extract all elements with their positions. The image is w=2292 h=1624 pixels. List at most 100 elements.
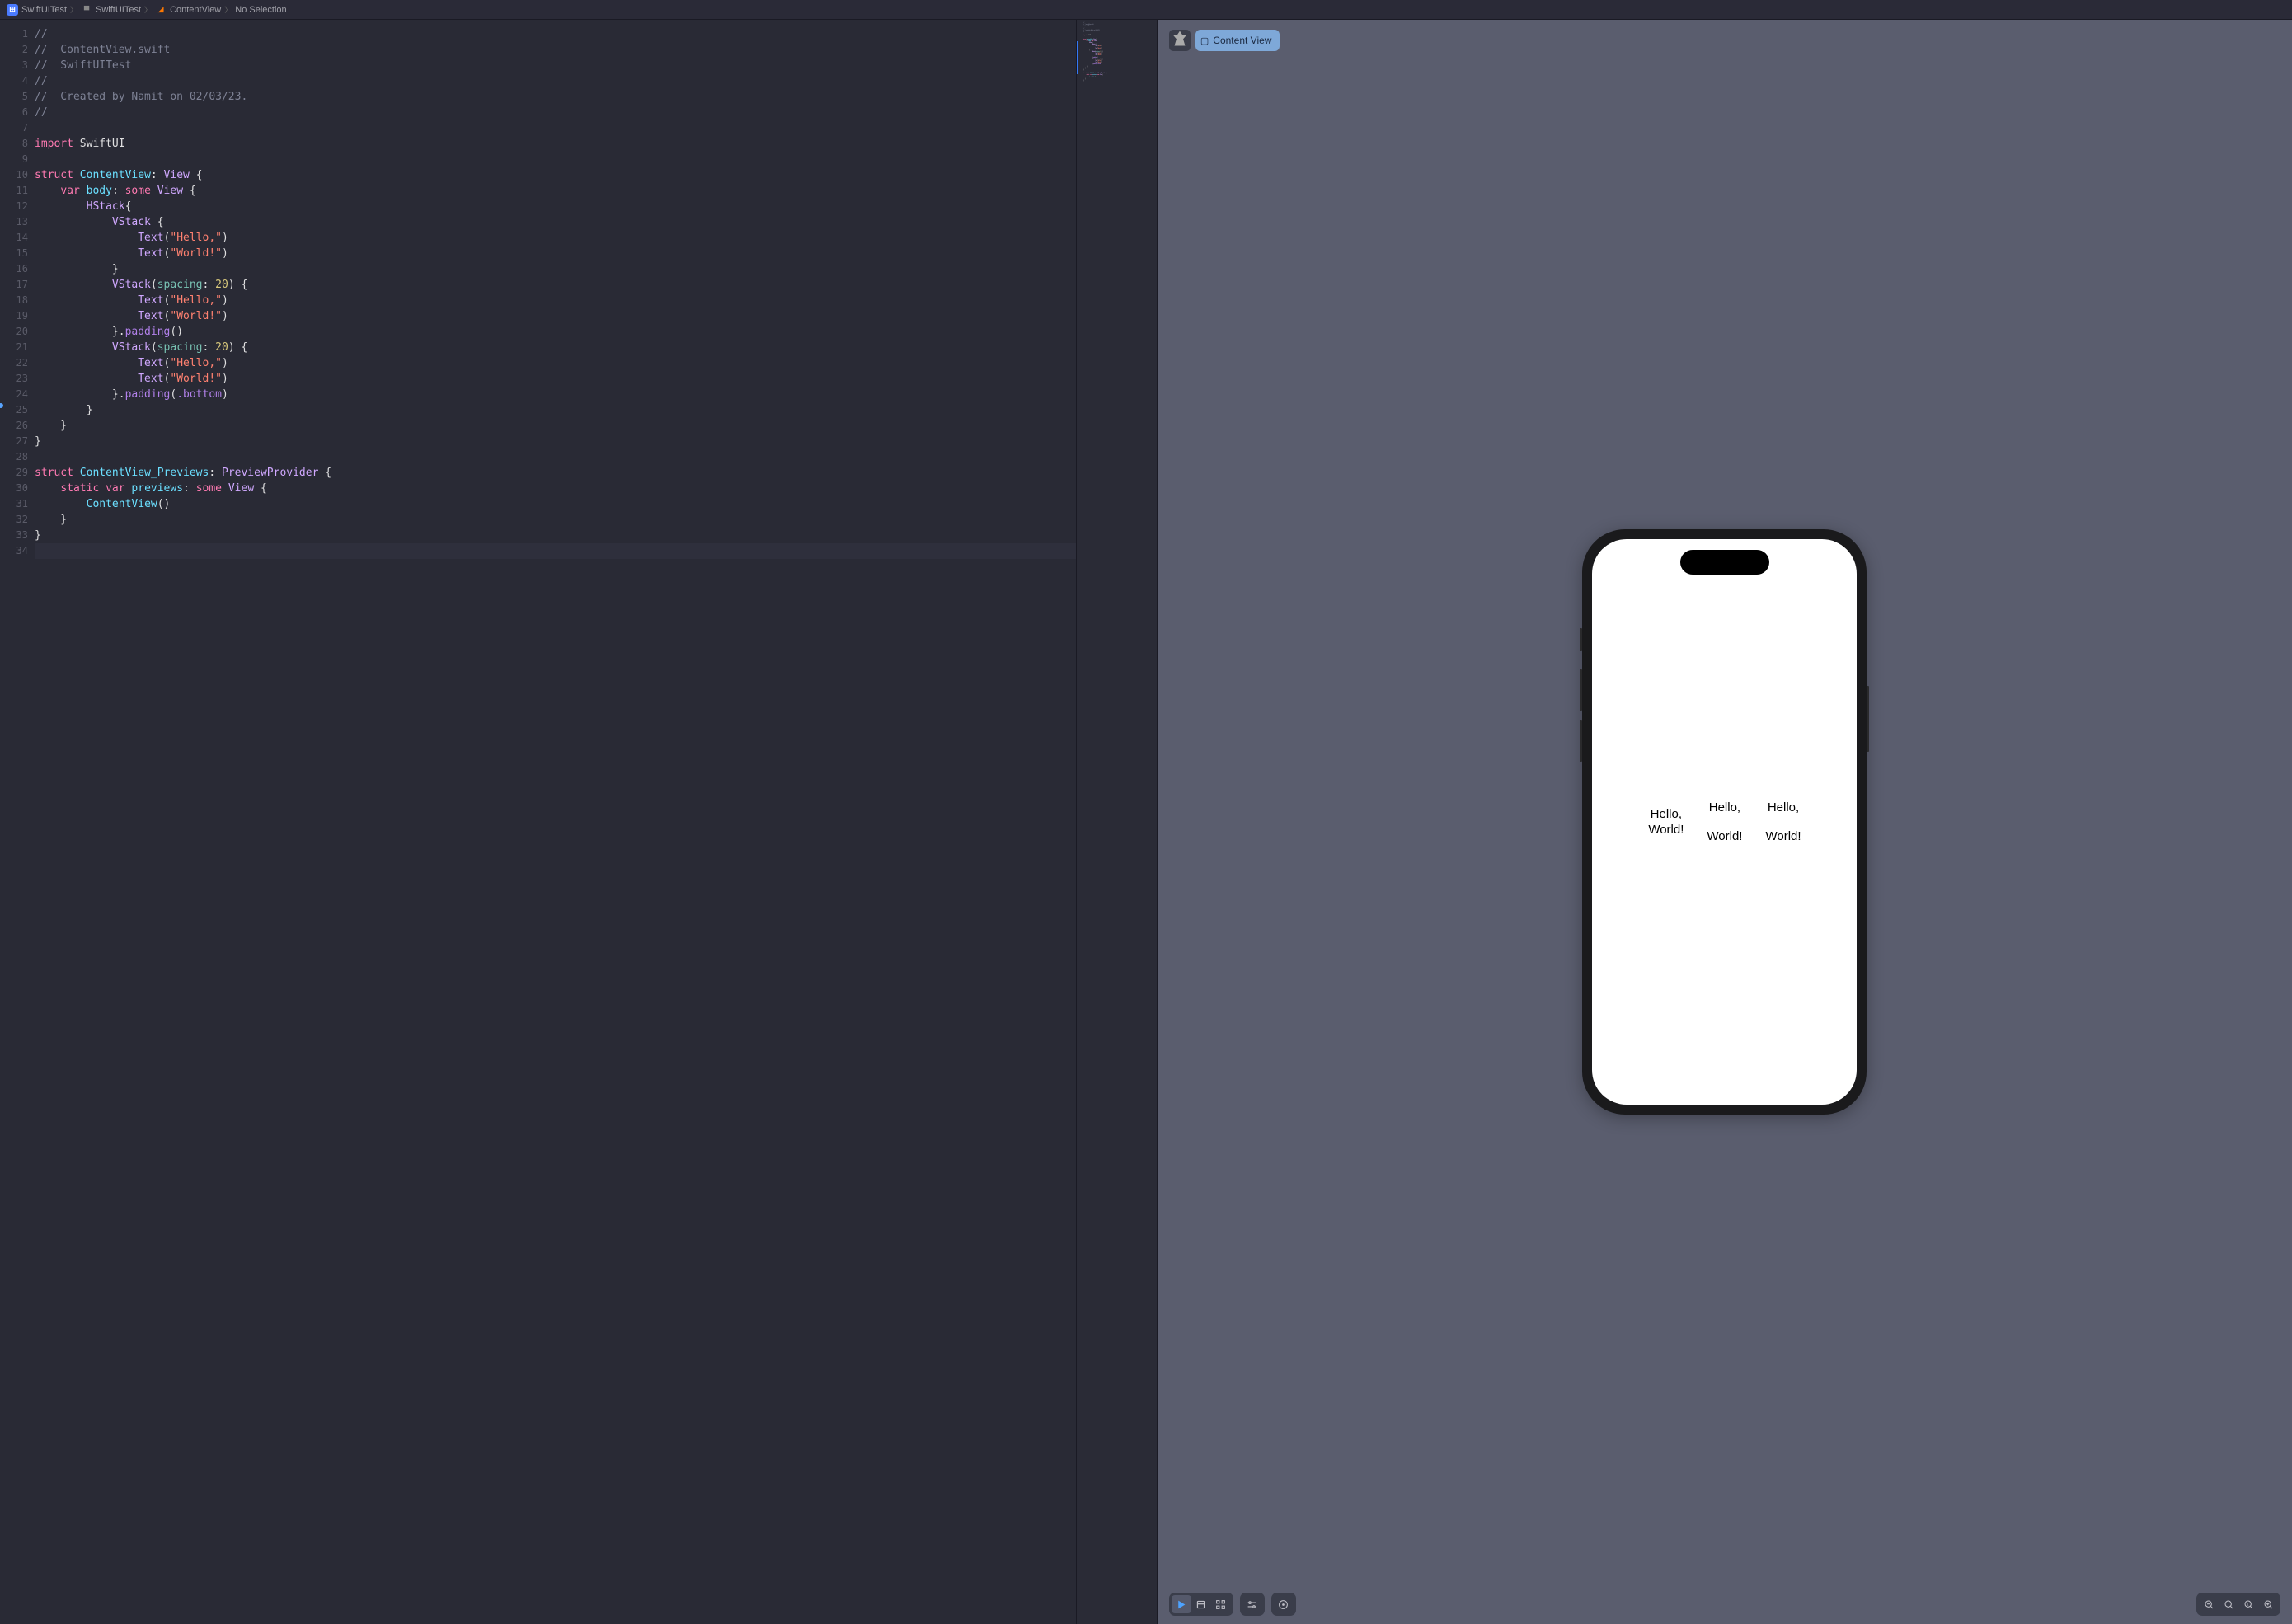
line-number[interactable]: 34	[0, 543, 35, 559]
live-preview-button[interactable]	[1172, 1595, 1191, 1613]
code-line[interactable]	[35, 543, 1076, 559]
code-line[interactable]: VStack(spacing: 20) {	[35, 277, 1076, 293]
minimap-line	[1083, 82, 1150, 84]
swift-file-icon: ◢	[155, 4, 167, 16]
zoom-fit-button[interactable]	[2219, 1595, 2238, 1613]
line-number[interactable]: 21	[0, 340, 35, 355]
code-line[interactable]: static var previews: some View {	[35, 481, 1076, 496]
line-number[interactable]: 32	[0, 512, 35, 528]
code-line[interactable]: var body: some View {	[35, 183, 1076, 199]
line-number[interactable]: 6	[0, 105, 35, 120]
line-number[interactable]: 14	[0, 230, 35, 246]
line-number[interactable]: 25	[0, 402, 35, 418]
code-line[interactable]: Text("World!")	[35, 371, 1076, 387]
line-number[interactable]: 30	[0, 481, 35, 496]
preview-canvas[interactable]: Hello, World! Hello, World! Hello, World…	[1158, 20, 2292, 1624]
code-line[interactable]: //	[35, 26, 1076, 42]
line-number[interactable]: 11	[0, 183, 35, 199]
text-world: World!	[1707, 829, 1742, 843]
code-line[interactable]: }	[35, 528, 1076, 543]
code-line[interactable]	[35, 152, 1076, 167]
line-number[interactable]: 31	[0, 496, 35, 512]
zoom-out-button[interactable]	[2199, 1595, 2219, 1613]
code-line[interactable]: Text("Hello,")	[35, 355, 1076, 371]
line-number[interactable]: 18	[0, 293, 35, 308]
line-number[interactable]: 12	[0, 199, 35, 214]
line-number[interactable]: 20	[0, 324, 35, 340]
code-line[interactable]: struct ContentView: View {	[35, 167, 1076, 183]
device-settings-cluster	[1240, 1593, 1265, 1616]
code-line[interactable]: Text("Hello,")	[35, 293, 1076, 308]
preview-preferences-button[interactable]	[1274, 1595, 1294, 1613]
line-number[interactable]: 9	[0, 152, 35, 167]
line-number[interactable]: 24	[0, 387, 35, 402]
chevron-right-icon: 〉	[224, 4, 232, 15]
line-number[interactable]: 19	[0, 308, 35, 324]
code-line[interactable]: Text("Hello,")	[35, 230, 1076, 246]
line-number[interactable]: 4	[0, 73, 35, 89]
line-number[interactable]: 15	[0, 246, 35, 261]
code-line[interactable]: HStack{	[35, 199, 1076, 214]
line-number[interactable]: 22	[0, 355, 35, 371]
code-line[interactable]	[35, 449, 1076, 465]
code-line[interactable]: // Created by Namit on 02/03/23.	[35, 89, 1076, 105]
line-number[interactable]: 2	[0, 42, 35, 58]
code-line[interactable]: }	[35, 261, 1076, 277]
line-number[interactable]: 23	[0, 371, 35, 387]
breadcrumb-file[interactable]: ContentView	[170, 5, 221, 15]
code-editor[interactable]: //// ContentView.swift// SwiftUITest////…	[35, 20, 1076, 1624]
line-number[interactable]: 10	[0, 167, 35, 183]
line-number[interactable]: 27	[0, 434, 35, 449]
code-line[interactable]: }	[35, 512, 1076, 528]
code-line[interactable]: //	[35, 105, 1076, 120]
code-line[interactable]	[35, 120, 1076, 136]
code-line[interactable]: import SwiftUI	[35, 136, 1076, 152]
line-number[interactable]: 29	[0, 465, 35, 481]
line-number[interactable]: 7	[0, 120, 35, 136]
code-line[interactable]: //	[35, 73, 1076, 89]
code-line[interactable]: VStack {	[35, 214, 1076, 230]
line-number[interactable]: 1	[0, 26, 35, 42]
code-line[interactable]: Text("World!")	[35, 246, 1076, 261]
line-number[interactable]: 16	[0, 261, 35, 277]
preview-phone-icon: ▢	[1200, 35, 1209, 46]
code-line[interactable]: // ContentView.swift	[35, 42, 1076, 58]
line-number[interactable]: 3	[0, 58, 35, 73]
pin-button[interactable]	[1169, 30, 1191, 51]
selectable-preview-button[interactable]	[1191, 1595, 1211, 1613]
code-line[interactable]: Text("World!")	[35, 308, 1076, 324]
breadcrumb-folder[interactable]: SwiftUITest	[96, 5, 141, 15]
variants-preview-button[interactable]	[1211, 1595, 1231, 1613]
code-line[interactable]: }	[35, 402, 1076, 418]
breadcrumb-project[interactable]: SwiftUITest	[21, 5, 67, 15]
zoom-actual-button[interactable]: 1	[2238, 1595, 2258, 1613]
preferences-cluster	[1271, 1593, 1296, 1616]
zoom-in-button[interactable]	[2258, 1595, 2278, 1613]
preview-selector-pill[interactable]: ▢ Content View	[1195, 30, 1280, 51]
device-settings-button[interactable]	[1242, 1595, 1262, 1613]
code-line[interactable]: }.padding()	[35, 324, 1076, 340]
code-line[interactable]: }	[35, 434, 1076, 449]
line-number[interactable]: 28	[0, 449, 35, 465]
code-line[interactable]: }	[35, 418, 1076, 434]
line-number[interactable]: 17	[0, 277, 35, 293]
minimap[interactable]: //// ContentView.swift// SwiftUITest////…	[1076, 20, 1157, 1624]
vstack-3: Hello, World!	[1765, 800, 1801, 855]
code-line[interactable]: ContentView()	[35, 496, 1076, 512]
code-line[interactable]: // SwiftUITest	[35, 58, 1076, 73]
chevron-right-icon: 〉	[70, 4, 77, 15]
line-number[interactable]: 8	[0, 136, 35, 152]
line-number[interactable]: 33	[0, 528, 35, 543]
device-screen: Hello, World! Hello, World! Hello, World…	[1592, 539, 1857, 1105]
line-number[interactable]: 5	[0, 89, 35, 105]
line-number[interactable]: 26	[0, 418, 35, 434]
dynamic-island	[1680, 550, 1769, 575]
text-hello: Hello,	[1709, 800, 1740, 814]
code-line[interactable]: }.padding(.bottom)	[35, 387, 1076, 402]
text-world: World!	[1648, 823, 1684, 837]
device-mute-switch	[1580, 628, 1582, 651]
line-number[interactable]: 13	[0, 214, 35, 230]
breadcrumb-selection[interactable]: No Selection	[235, 5, 286, 15]
code-line[interactable]: struct ContentView_Previews: PreviewProv…	[35, 465, 1076, 481]
code-line[interactable]: VStack(spacing: 20) {	[35, 340, 1076, 355]
